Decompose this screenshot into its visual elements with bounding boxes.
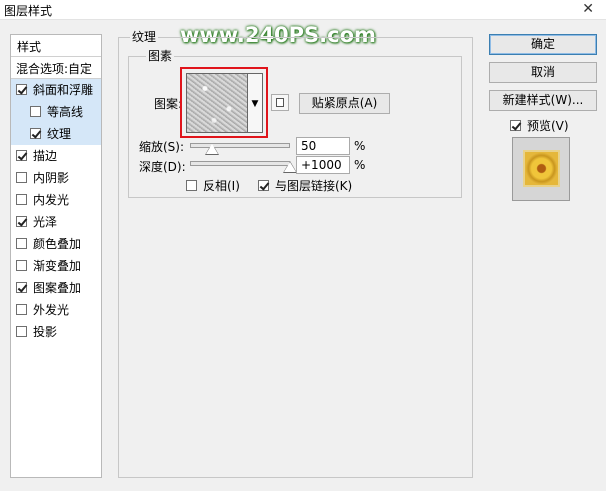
depth-unit: % xyxy=(354,158,366,172)
scale-slider-track[interactable] xyxy=(190,143,290,148)
style-item-label: 图案叠加 xyxy=(33,281,82,295)
style-item-checkbox[interactable] xyxy=(16,326,27,337)
style-item-label: 纹理 xyxy=(47,127,72,141)
style-item-label: 内阴影 xyxy=(33,171,70,185)
style-item-checkbox[interactable] xyxy=(16,194,27,205)
pattern-group-title: 图素 xyxy=(146,47,175,64)
style-item-label: 描边 xyxy=(33,149,58,163)
new-document-icon xyxy=(276,98,284,107)
style-preview-thumbnail xyxy=(512,137,570,201)
style-item-checkbox[interactable] xyxy=(16,282,27,293)
depth-label: 深度(D): xyxy=(139,160,186,174)
snap-to-origin-button[interactable]: 贴紧原点(A) xyxy=(299,93,390,114)
preview-gold-texture xyxy=(525,152,558,185)
style-item-label: 渐变叠加 xyxy=(33,259,82,273)
scale-label: 缩放(S): xyxy=(139,140,185,154)
style-item-checkbox[interactable] xyxy=(16,150,27,161)
invert-label: 反相(I) xyxy=(203,179,240,193)
link-label: 与图层链接(K) xyxy=(275,179,353,193)
scale-input[interactable]: 50 xyxy=(296,137,350,155)
new-style-button[interactable]: 新建样式(W)... xyxy=(489,90,597,111)
style-item[interactable]: 内阴影 xyxy=(11,167,101,189)
style-item-label: 内发光 xyxy=(33,193,70,207)
preview-checkbox-box[interactable] xyxy=(510,120,521,131)
depth-slider-thumb[interactable] xyxy=(283,161,297,173)
title-bar: 图层样式 ✕ xyxy=(0,0,606,20)
preview-checkbox[interactable]: 预览(V) xyxy=(510,117,569,134)
style-item[interactable]: 光泽 xyxy=(11,211,101,233)
style-item[interactable]: 纹理 xyxy=(11,123,101,145)
scale-slider-thumb[interactable] xyxy=(205,143,219,155)
new-preset-button[interactable] xyxy=(271,94,289,111)
style-item-label: 光泽 xyxy=(33,215,58,229)
style-item[interactable]: 斜面和浮雕 xyxy=(11,79,101,101)
style-item-checkbox[interactable] xyxy=(16,84,27,95)
blend-options-item[interactable]: 混合选项:自定 xyxy=(11,57,101,79)
scale-unit: % xyxy=(354,139,366,153)
invert-checkbox[interactable]: 反相(I) xyxy=(186,177,240,194)
style-item[interactable]: 描边 xyxy=(11,145,101,167)
highlight-box xyxy=(180,67,268,138)
style-item-checkbox[interactable] xyxy=(30,106,41,117)
ok-button[interactable]: 确定 xyxy=(489,34,597,55)
style-item-checkbox[interactable] xyxy=(16,260,27,271)
style-items: 斜面和浮雕等高线纹理描边内阴影内发光光泽颜色叠加渐变叠加图案叠加外发光投影 xyxy=(11,79,101,343)
style-item-label: 外发光 xyxy=(33,303,70,317)
styles-header[interactable]: 样式 xyxy=(11,35,101,57)
style-item-checkbox[interactable] xyxy=(30,128,41,139)
style-item[interactable]: 内发光 xyxy=(11,189,101,211)
preview-label: 预览(V) xyxy=(527,119,569,133)
pattern-label: 图案: xyxy=(154,97,183,111)
style-item-checkbox[interactable] xyxy=(16,304,27,315)
invert-checkbox-box[interactable] xyxy=(186,180,197,191)
style-item[interactable]: 渐变叠加 xyxy=(11,255,101,277)
link-with-layer-checkbox[interactable]: 与图层链接(K) xyxy=(258,177,352,194)
styles-list: 样式 混合选项:自定 斜面和浮雕等高线纹理描边内阴影内发光光泽颜色叠加渐变叠加图… xyxy=(10,34,102,478)
style-item-label: 斜面和浮雕 xyxy=(33,83,94,97)
style-item-label: 颜色叠加 xyxy=(33,237,82,251)
style-item[interactable]: 投影 xyxy=(11,321,101,343)
style-item-checkbox[interactable] xyxy=(16,172,27,183)
style-item[interactable]: 图案叠加 xyxy=(11,277,101,299)
style-item[interactable]: 外发光 xyxy=(11,299,101,321)
style-item-checkbox[interactable] xyxy=(16,238,27,249)
cancel-button[interactable]: 取消 xyxy=(489,62,597,83)
style-item-label: 等高线 xyxy=(47,105,84,119)
depth-input[interactable]: +1000 xyxy=(296,156,350,174)
depth-slider-track[interactable] xyxy=(190,161,290,166)
window-title: 图层样式 xyxy=(4,4,53,18)
link-checkbox-box[interactable] xyxy=(258,180,269,191)
close-icon[interactable]: ✕ xyxy=(582,0,594,18)
texture-group-title: 纹理 xyxy=(130,28,159,45)
style-item[interactable]: 颜色叠加 xyxy=(11,233,101,255)
style-item[interactable]: 等高线 xyxy=(11,101,101,123)
style-item-label: 投影 xyxy=(33,325,58,339)
style-item-checkbox[interactable] xyxy=(16,216,27,227)
